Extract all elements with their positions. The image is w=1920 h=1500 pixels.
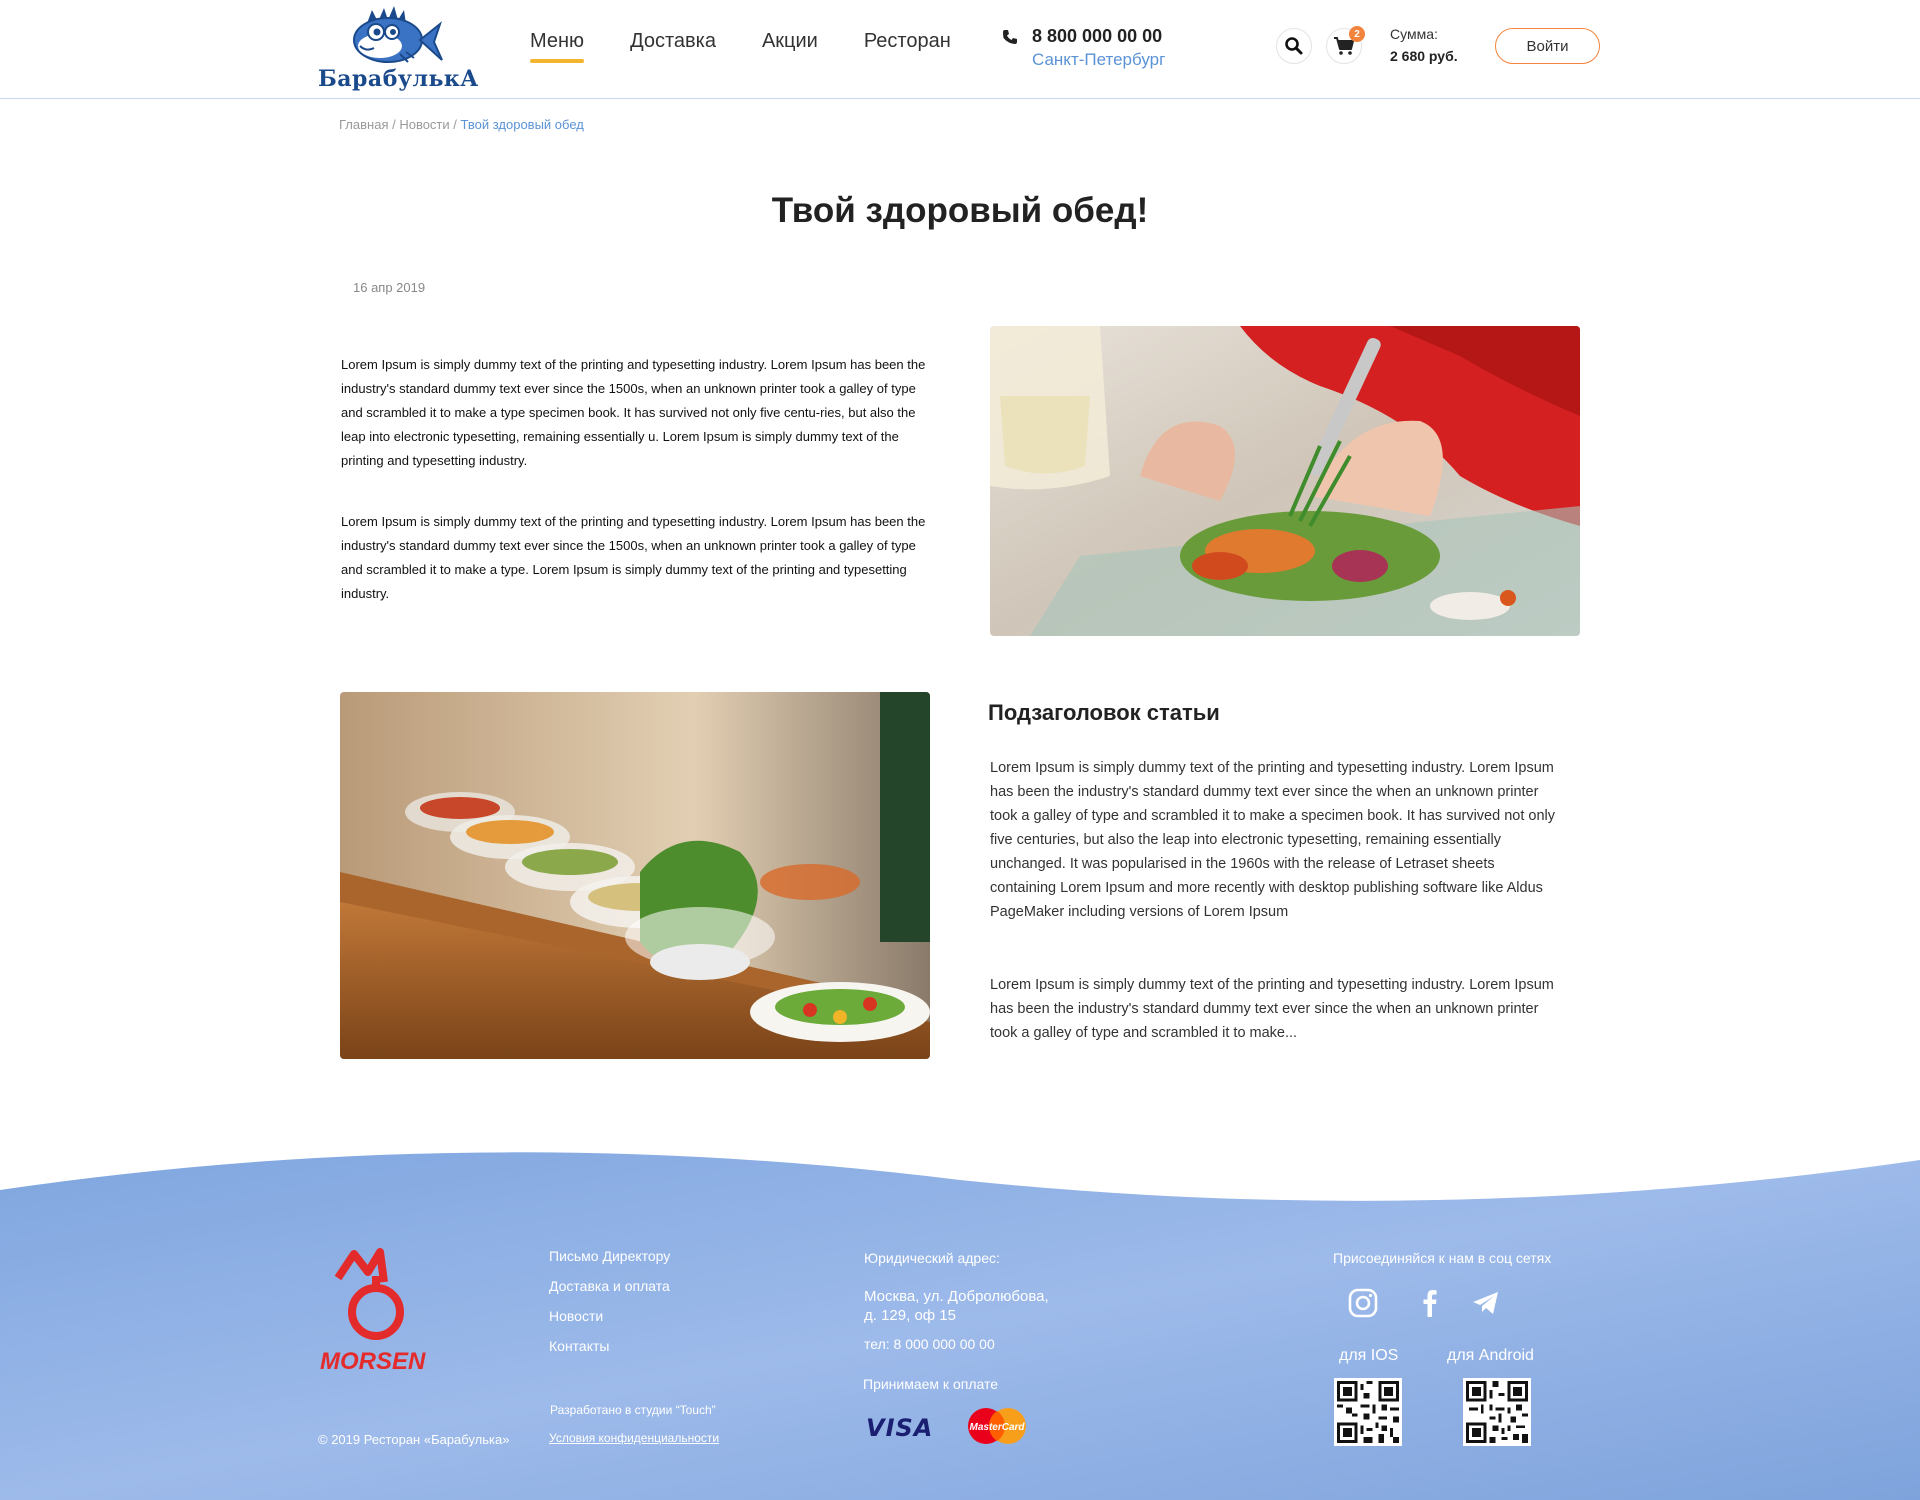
nav-restaurant[interactable]: Ресторан xyxy=(864,30,951,61)
phone-number[interactable]: 8 800 000 00 00 xyxy=(1032,26,1162,47)
footer-wave-background xyxy=(0,1152,1920,1500)
main-nav: Меню Доставка Акции Ресторан xyxy=(530,30,997,63)
cart-sum-value: 2 680 руб. xyxy=(1390,48,1458,64)
morsen-logo-icon: MORSEN xyxy=(320,1248,426,1375)
nav-delivery[interactable]: Доставка xyxy=(630,30,716,61)
breadcrumb-home[interactable]: Главная xyxy=(339,117,388,132)
privacy-link[interactable]: Условия конфиденциальности xyxy=(549,1431,719,1445)
footer-link-delivery[interactable]: Доставка и оплата xyxy=(549,1278,670,1294)
site-footer xyxy=(0,1150,1920,1500)
cart-count-badge: 2 xyxy=(1349,26,1365,42)
legal-address: Москва, ул. Добролюбова, д. 129, оф 15 xyxy=(864,1287,1049,1325)
article-subheading: Подзаголовок статьи xyxy=(988,700,1220,725)
nav-menu[interactable]: Меню xyxy=(530,30,585,63)
article-image-salad-bar xyxy=(340,692,930,1059)
site-header: БарабулькА Меню Доставка Акции Ресторан … xyxy=(0,0,1920,99)
article-paragraph-4: Lorem Ipsum is simply dummy text of the … xyxy=(990,977,1554,1041)
qr-code-icon xyxy=(1337,1381,1399,1443)
legal-phone[interactable]: тел: 8 000 000 00 00 xyxy=(864,1336,995,1352)
footer-link-contacts[interactable]: Контакты xyxy=(549,1338,670,1354)
studio-credit: Разработано в студии “Touch” xyxy=(550,1403,716,1417)
footer-link-news[interactable]: Новости xyxy=(549,1308,670,1324)
copyright: © 2019 Ресторан «Барабулька» xyxy=(318,1432,510,1447)
article-date: 16 апр 2019 xyxy=(353,280,426,295)
app-android-label: для Android xyxy=(1447,1347,1534,1364)
footer-links: Письмо Директору Доставка и оплата Новос… xyxy=(549,1248,670,1368)
breadcrumb-separator: / xyxy=(449,117,461,132)
footer-link-director-letter[interactable]: Письмо Директору xyxy=(549,1248,670,1264)
qr-code-ios[interactable] xyxy=(1334,1378,1402,1446)
breadcrumb-separator: / xyxy=(388,117,400,132)
cart-sum-label: Сумма: xyxy=(1390,26,1438,42)
telegram-icon[interactable] xyxy=(1470,1287,1502,1319)
facebook-icon[interactable] xyxy=(1414,1287,1446,1319)
city-selector[interactable]: Санкт-Петербург xyxy=(1032,50,1165,70)
phone-icon xyxy=(1003,30,1017,44)
instagram-icon[interactable] xyxy=(1347,1287,1379,1319)
legal-address-title: Юридический адрес: xyxy=(864,1250,1000,1266)
breadcrumb-news[interactable]: Новости xyxy=(399,117,449,132)
login-button[interactable]: Войти xyxy=(1495,28,1600,64)
social-title: Присоединяйся к нам в соц сетях xyxy=(1333,1250,1552,1266)
article-paragraph-2: Lorem Ipsum is simply dummy text of the … xyxy=(341,514,926,601)
legal-address-line-1: Москва, ул. Добролюбова, xyxy=(864,1288,1049,1305)
brand-name: БарабулькА xyxy=(318,66,479,92)
breadcrumb-current: Твой здоровый обед xyxy=(460,117,584,132)
nav-promotions[interactable]: Акции xyxy=(762,30,818,61)
qr-code-icon xyxy=(1466,1381,1528,1443)
breadcrumb: Главная / Новости / Твой здоровый обед xyxy=(339,117,584,132)
article-paragraph-3: Lorem Ipsum is simply dummy text of the … xyxy=(990,760,1555,920)
morsen-logo-text: MORSEN xyxy=(320,1348,426,1373)
search-icon xyxy=(1285,37,1303,55)
brand-logo[interactable]: БарабулькА xyxy=(318,4,478,92)
legal-address-line-2: д. 129, оф 15 xyxy=(864,1307,956,1324)
morsen-logo[interactable]: MORSEN xyxy=(318,1248,430,1375)
mastercard-logo: MasterCard xyxy=(968,1408,1026,1444)
search-button[interactable] xyxy=(1276,28,1312,64)
qr-code-android[interactable] xyxy=(1463,1378,1531,1446)
article-title: Твой здоровый обед! xyxy=(771,191,1149,230)
article-paragraph-1: Lorem Ipsum is simply dummy text of the … xyxy=(341,357,926,468)
fish-logo-icon xyxy=(353,6,443,63)
mastercard-text: MasterCard xyxy=(969,1422,1025,1433)
visa-logo: VISA xyxy=(866,1414,934,1442)
payment-title: Принимаем к оплате xyxy=(863,1376,999,1392)
cart-button[interactable]: 2 xyxy=(1326,26,1365,64)
app-ios-label: для IOS xyxy=(1339,1347,1399,1364)
article-image-dish xyxy=(990,326,1580,636)
